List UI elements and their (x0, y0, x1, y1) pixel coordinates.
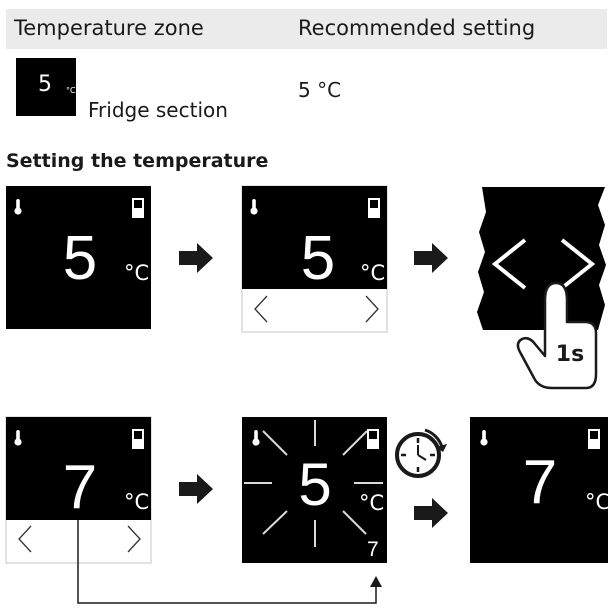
arrow-right-icon (414, 498, 448, 528)
display-unit: °C (585, 490, 610, 514)
display-unit: °C (360, 261, 385, 285)
display-panel-2: 5 °C (241, 185, 388, 333)
arrow-right-icon (179, 474, 213, 504)
display-unit: °C (359, 491, 384, 515)
display-value: 5 (63, 224, 97, 293)
display-unit: °C (124, 261, 149, 285)
new-value-small: 7 (367, 538, 379, 561)
display-panel-6: 7 °C (470, 417, 610, 563)
steps-illustration: 5 °C 5 °C 1s 7 °C 5 °C 7 7 °C (5, 185, 610, 604)
arrow-right-icon (179, 243, 213, 273)
clock-timer-icon (395, 428, 447, 478)
display-value: 7 (63, 453, 97, 522)
display-panel-1: 5 °C (6, 186, 151, 329)
display-closeup-panel: 1s (477, 187, 606, 390)
hold-duration-label: 1s (556, 342, 584, 367)
display-panel-5-flashing: 5 °C 7 (242, 417, 387, 563)
display-value: 5 (301, 224, 335, 293)
arrow-right-icon (414, 243, 448, 273)
display-unit: °C (124, 490, 149, 514)
display-value: 7 (523, 448, 557, 517)
display-value: 5 (298, 451, 331, 518)
